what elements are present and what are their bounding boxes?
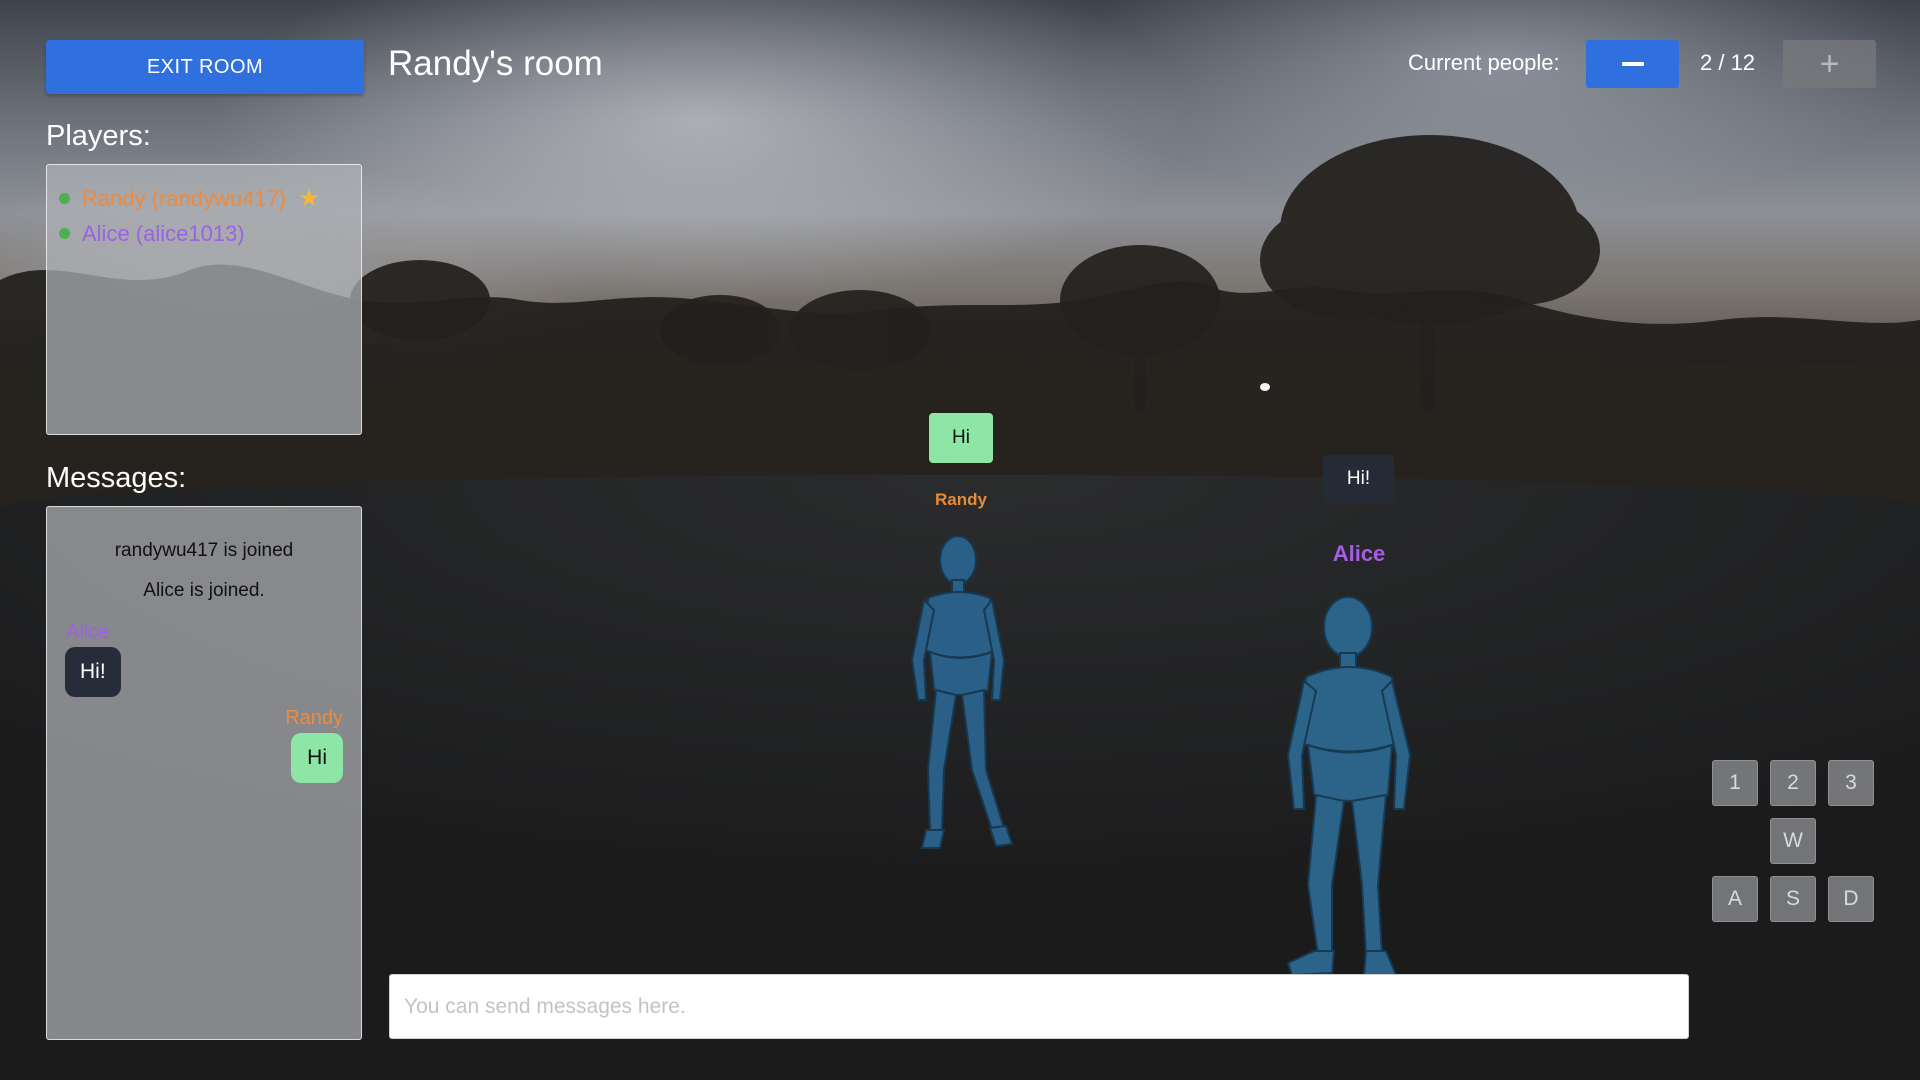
players-heading: Players: <box>46 120 151 152</box>
player-item-randy: Randy (randywu417) ★ <box>59 181 361 216</box>
messages-heading: Messages: <box>46 462 187 494</box>
key-1[interactable]: 1 <box>1712 760 1758 806</box>
randy-speech-bubble: Hi <box>929 413 993 463</box>
messages-panel[interactable]: randywu417 is joined Alice is joined. Al… <box>46 506 362 1040</box>
message-sender: Randy <box>285 707 343 729</box>
host-star-icon: ★ <box>298 185 320 212</box>
plus-icon: + <box>1819 44 1840 83</box>
key-2[interactable]: 2 <box>1770 760 1816 806</box>
alice-nametag: Alice <box>1332 541 1386 566</box>
message-bubble: Hi <box>291 733 343 783</box>
player-name: Alice (alice1013) <box>82 220 245 246</box>
player-name: Randy (randywu417) <box>82 185 287 211</box>
online-status-icon <box>59 228 70 239</box>
player-item-alice: Alice (alice1013) <box>59 216 361 251</box>
key-a[interactable]: A <box>1712 876 1758 922</box>
key-w[interactable]: W <box>1770 818 1816 864</box>
key-3[interactable]: 3 <box>1828 760 1874 806</box>
light-spot <box>1260 383 1270 391</box>
room-title: Randy's room <box>388 44 603 83</box>
current-people-label: Current people: <box>1408 50 1560 75</box>
system-message: randywu417 is joined <box>114 540 294 561</box>
message-bubble: Hi! <box>65 647 121 697</box>
alice-avatar[interactable] <box>1270 595 1430 975</box>
people-count: 2 / 12 <box>1700 50 1756 75</box>
key-s[interactable]: S <box>1770 876 1816 922</box>
chat-message-input[interactable] <box>389 974 1689 1039</box>
key-d[interactable]: D <box>1828 876 1874 922</box>
system-message: Alice is joined. <box>143 580 265 601</box>
randy-avatar[interactable] <box>900 530 1030 860</box>
message-sender: Alice <box>66 621 110 643</box>
exit-room-button[interactable]: EXIT ROOM <box>46 40 364 94</box>
decrease-people-button[interactable] <box>1586 40 1679 88</box>
online-status-icon <box>59 193 70 204</box>
minus-icon <box>1621 62 1644 66</box>
increase-people-button[interactable]: + <box>1783 40 1876 88</box>
players-panel: Randy (randywu417) ★ Alice (alice1013) <box>46 164 362 435</box>
randy-nametag: Randy <box>935 490 987 509</box>
alice-speech-bubble: Hi! <box>1323 455 1394 503</box>
